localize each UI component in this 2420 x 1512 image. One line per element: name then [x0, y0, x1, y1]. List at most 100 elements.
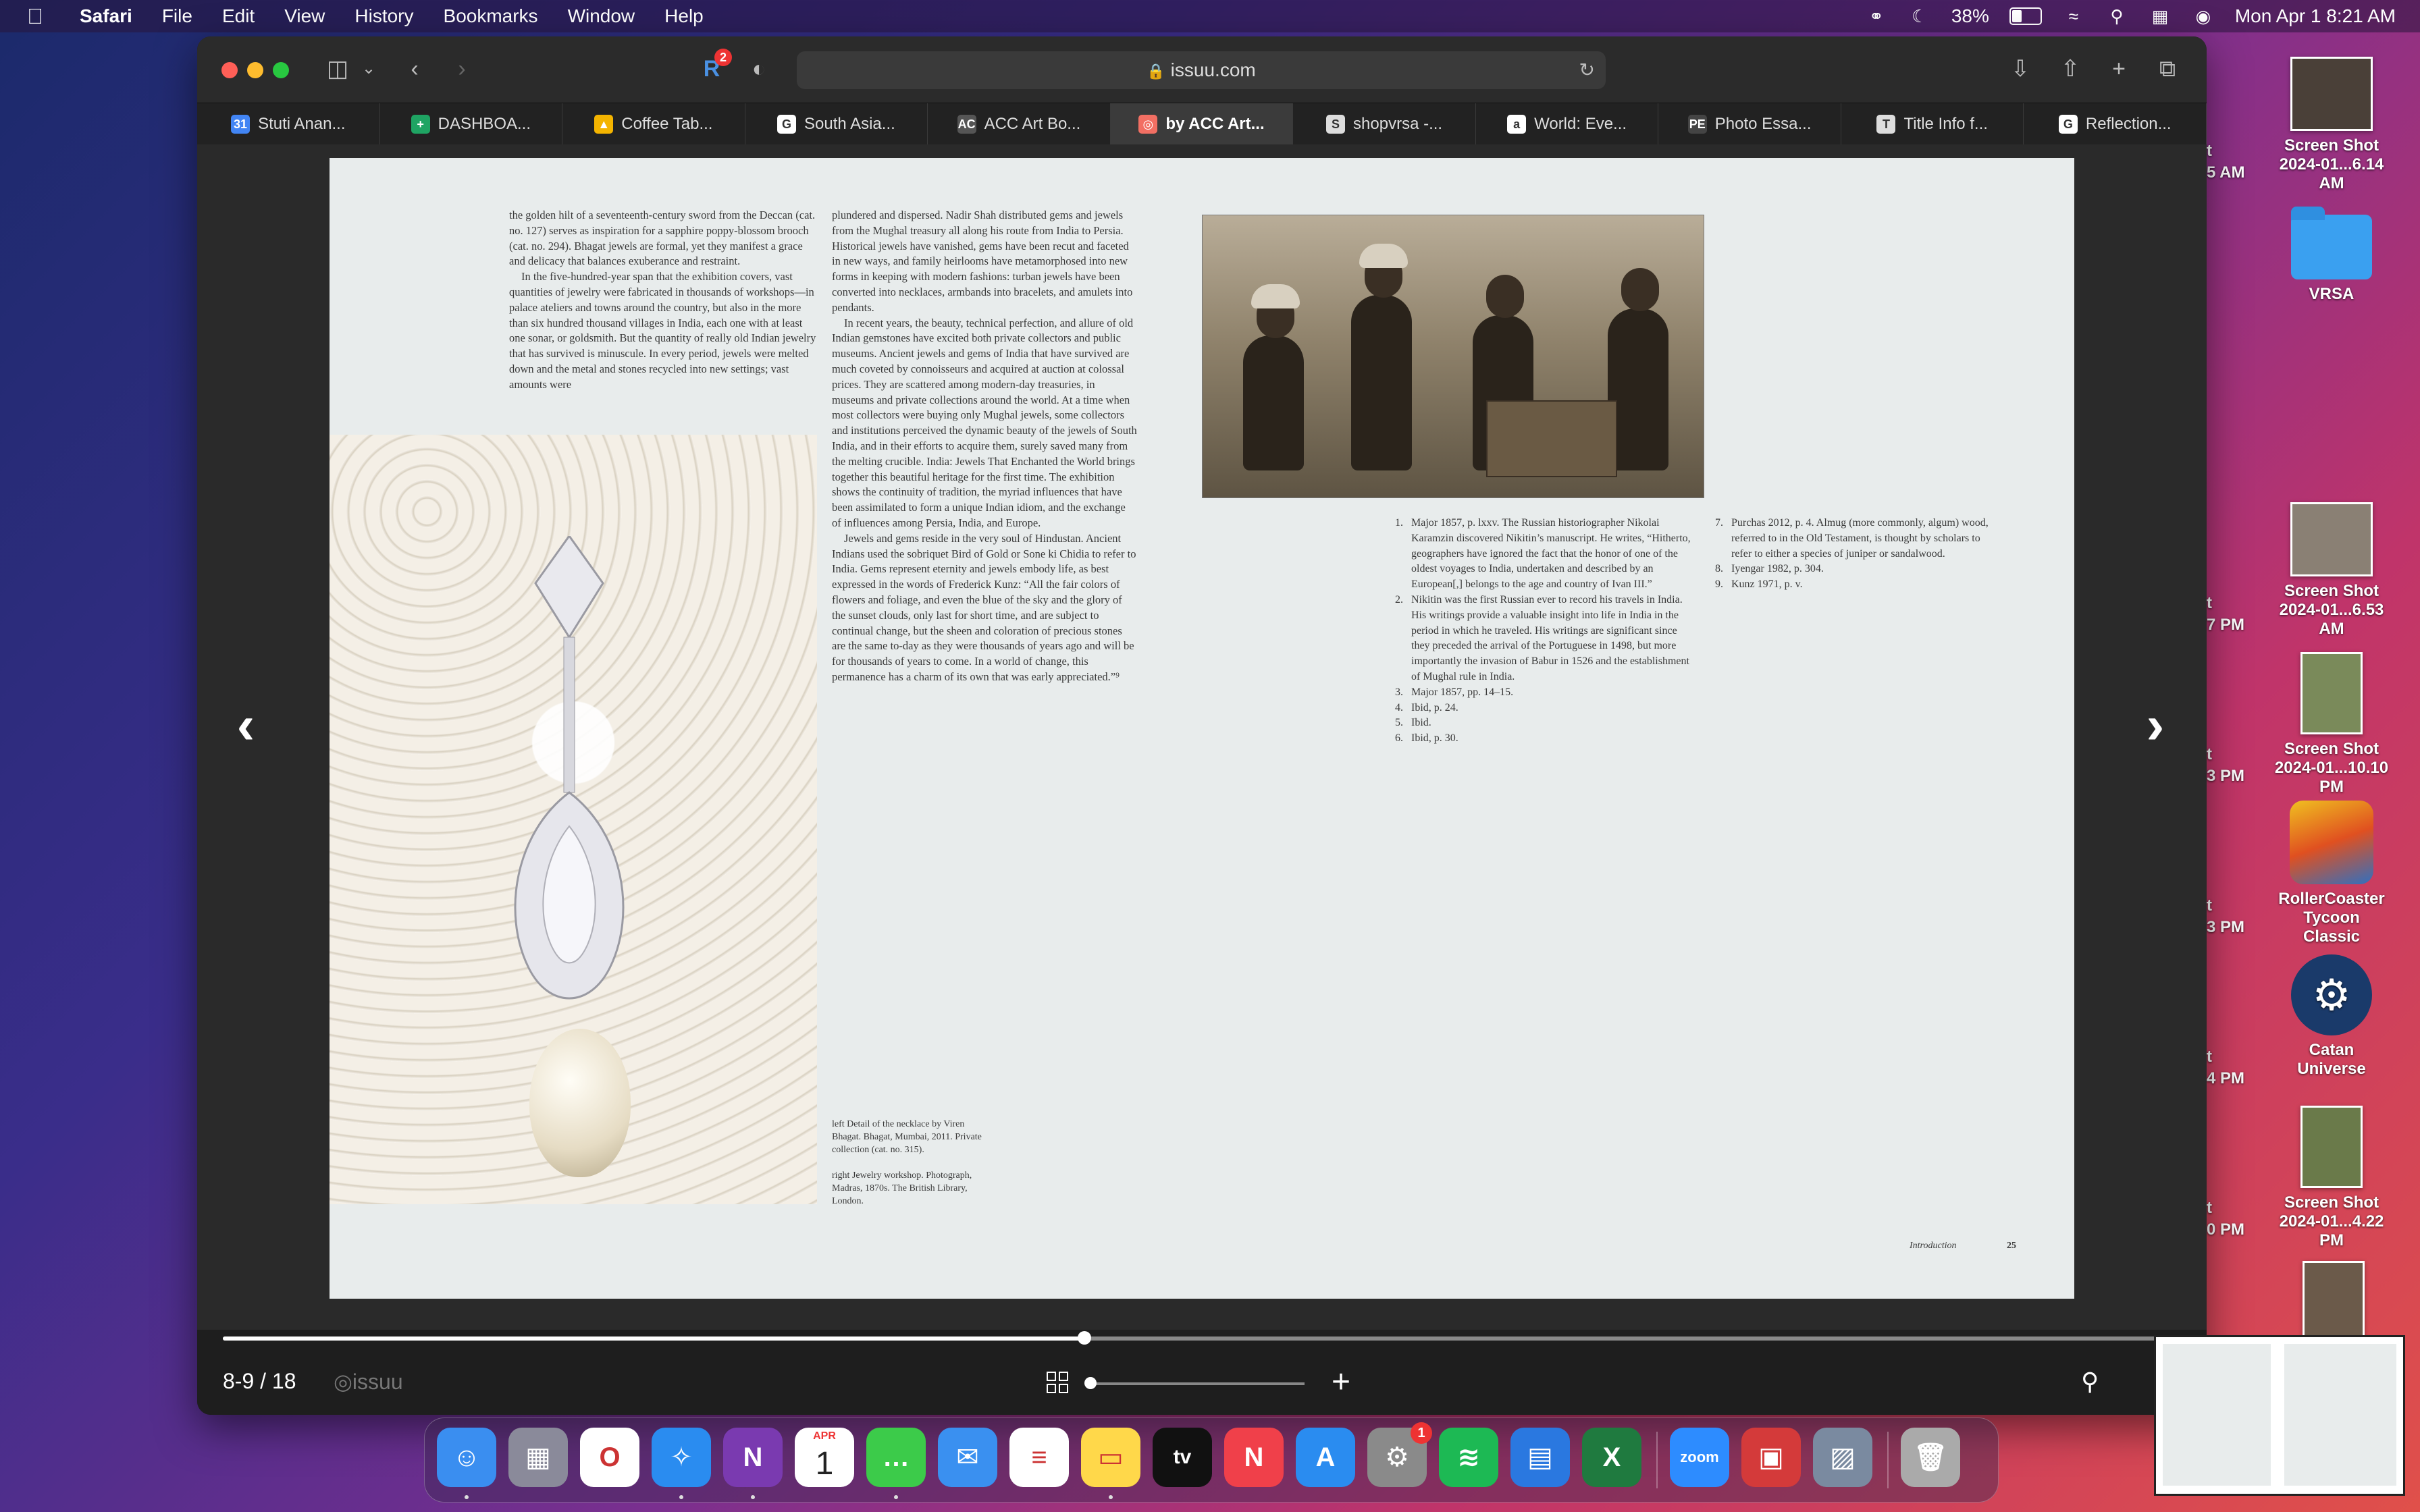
trash-dock-icon[interactable]: 🗑: [1901, 1428, 1960, 1487]
chevron-down-icon[interactable]: ⌄: [354, 54, 384, 84]
menu-edit[interactable]: Edit: [222, 5, 255, 27]
onenote-dock-icon[interactable]: N: [723, 1428, 783, 1487]
desktop-screenshot-1[interactable]: Screen Shot 2024-01...6.14 AM: [2274, 57, 2389, 193]
reload-icon[interactable]: ↻: [1579, 51, 1595, 89]
creative-cloud-icon[interactable]: ⚭: [1865, 6, 1888, 26]
messages-dock-icon[interactable]: …: [866, 1428, 926, 1487]
sidebar-toggle-icon[interactable]: ◫: [323, 54, 352, 84]
menu-file[interactable]: File: [162, 5, 192, 27]
opera-glyph: O: [599, 1442, 621, 1472]
back-arrow-icon[interactable]: ‹: [400, 54, 429, 84]
desktop-item-label: 2024-01...4.22 PM: [2279, 1212, 2384, 1249]
footnote: 8. Iyengar 1982, p. 304.: [1707, 562, 1991, 577]
footnote-number: 4.: [1395, 701, 1403, 713]
page-indicator: 8-9 / 18: [223, 1369, 296, 1393]
news-dock-icon[interactable]: N: [1224, 1428, 1284, 1487]
caption-left: left Detail of the necklace by Viren Bha…: [832, 1119, 982, 1155]
workbench: [1486, 400, 1617, 477]
safari-toolbar: ◫ ⌄ ‹ › R2 ◐ 🔒 issuu.com ↻ ⇩ ⇧ + ⧉: [197, 36, 2207, 103]
baroque-pearl-drop: [529, 1029, 631, 1177]
browser-tab[interactable]: ▲ Coffee Tab...: [562, 103, 745, 145]
browser-tab[interactable]: Sshopvrsa -...: [1293, 103, 1476, 145]
excel-dock-icon[interactable]: X: [1582, 1428, 1641, 1487]
downloads-icon[interactable]: ⇩: [2005, 54, 2035, 84]
spotify-dock-icon[interactable]: ≋: [1439, 1428, 1498, 1487]
reminders-dock-icon[interactable]: ≡: [1009, 1428, 1069, 1487]
browser-tab[interactable]: 31 Stuti Anan...: [197, 103, 380, 145]
keynote-dock-icon[interactable]: ▤: [1510, 1428, 1570, 1487]
desktop-folder-vrsa[interactable]: VRSA: [2274, 207, 2389, 304]
next-page-arrow-icon[interactable]: ›: [2135, 698, 2176, 752]
spotlight-search-icon[interactable]: ⚲: [2105, 6, 2128, 26]
desktop-screenshot-4[interactable]: Screen Shot 2024-01...4.22 PM: [2274, 1106, 2389, 1250]
browser-tab[interactable]: ◎ by ACC Art...: [1110, 103, 1294, 145]
zoom-slider-knob[interactable]: [1084, 1377, 1097, 1389]
preview-glyph: ▨: [1830, 1442, 1856, 1472]
systemsettings-dock-icon[interactable]: ⚙ 1: [1367, 1422, 1432, 1487]
desktop-screenshot-thumbnail-partial[interactable]: [2303, 1261, 2365, 1343]
finder-dock-icon[interactable]: ☺: [437, 1428, 496, 1487]
menu-clock[interactable]: Mon Apr 1 8:21 AM: [2235, 5, 2396, 27]
browser-tab[interactable]: T Title Info f...: [1841, 103, 2024, 145]
browser-tab[interactable]: AC ACC Art Bo...: [928, 103, 1111, 145]
footnote-number: 8.: [1715, 563, 1723, 575]
grid-view-icon[interactable]: [1047, 1372, 1068, 1393]
photobooth-dock-icon[interactable]: ▣: [1741, 1428, 1801, 1487]
fullscreen-window-button[interactable]: [273, 62, 289, 78]
menu-window[interactable]: Window: [568, 5, 635, 27]
menu-bookmarks[interactable]: Bookmarks: [444, 5, 538, 27]
zoom-glyph: zoom: [1680, 1449, 1719, 1465]
notification-badge: 1: [1411, 1422, 1432, 1444]
browser-tab[interactable]: G South Asia...: [745, 103, 928, 145]
zoom-in-plus-icon[interactable]: +: [1332, 1364, 1350, 1401]
battery-icon[interactable]: [2009, 7, 2042, 25]
safari-dock-icon[interactable]: ✧: [652, 1428, 711, 1487]
menu-help[interactable]: Help: [664, 5, 704, 27]
jewelry-workshop-photo: [1202, 215, 1704, 498]
previous-page-arrow-icon[interactable]: ‹: [226, 698, 266, 752]
moon-icon[interactable]: ☾: [1908, 6, 1931, 26]
new-tab-plus-icon[interactable]: +: [2104, 54, 2134, 84]
opera-dock-icon[interactable]: O: [580, 1428, 639, 1487]
extension-r-icon[interactable]: R2: [697, 49, 732, 84]
siri-icon[interactable]: ◉: [2192, 6, 2215, 26]
browser-tab[interactable]: PE Photo Essa...: [1658, 103, 1841, 145]
apple-menu-icon[interactable]: : [27, 4, 47, 29]
desktop-app-rollercoaster[interactable]: RollerCoaster Tycoon Classic: [2274, 801, 2389, 946]
share-icon[interactable]: ⇧: [2055, 54, 2085, 84]
appstore-dock-icon[interactable]: A: [1296, 1428, 1355, 1487]
finder-glyph: ☺: [452, 1442, 481, 1472]
preview-dock-icon[interactable]: ▨: [1813, 1428, 1872, 1487]
close-window-button[interactable]: [221, 62, 238, 78]
browser-tab[interactable]: + DASHBOA...: [380, 103, 563, 145]
browser-tab[interactable]: G Reflection...: [2024, 103, 2207, 145]
desktop-screenshot-3[interactable]: Screen Shot 2024-01...10.10 PM: [2274, 652, 2389, 796]
address-bar[interactable]: 🔒 issuu.com ↻: [797, 51, 1606, 89]
wifi-icon[interactable]: ≈: [2062, 6, 2085, 26]
launchpad-dock-icon[interactable]: ▦: [508, 1428, 568, 1487]
desktop-screenshot-2[interactable]: Screen Shot 2024-01...6.53 AM: [2274, 502, 2389, 639]
minimize-window-button[interactable]: [247, 62, 263, 78]
menu-view[interactable]: View: [284, 5, 325, 27]
menu-history[interactable]: History: [354, 5, 413, 27]
privacy-shield-icon[interactable]: ◐: [744, 54, 774, 84]
page-progress-knob[interactable]: [1078, 1331, 1091, 1345]
desktop-item-label: 2024-01...6.53 AM: [2279, 601, 2384, 638]
app-menu[interactable]: Safari: [80, 5, 132, 27]
tab-overview-icon[interactable]: ⧉: [2153, 54, 2182, 84]
zoom-slider-track[interactable]: [1088, 1382, 1305, 1385]
craftsman-figure: [1243, 284, 1304, 470]
mail-dock-icon[interactable]: ✉: [938, 1428, 997, 1487]
browser-tab-label: Reflection...: [2085, 115, 2172, 133]
desktop-app-catan[interactable]: ⚙ Catan Universe: [2274, 954, 2389, 1079]
control-center-icon[interactable]: ▦: [2149, 6, 2172, 26]
footnote: 7. Purchas 2012, p. 4. Almug (more common…: [1707, 516, 1991, 562]
calendar-dock-icon[interactable]: APR 1: [795, 1428, 854, 1487]
forward-arrow-icon[interactable]: ›: [447, 54, 477, 84]
search-icon[interactable]: ⚲: [2081, 1368, 2099, 1396]
screenshot-preview-thumbnail[interactable]: [2154, 1335, 2405, 1496]
zoom-dock-icon[interactable]: zoom: [1670, 1428, 1729, 1487]
notes-dock-icon[interactable]: ▭: [1081, 1428, 1140, 1487]
appletv-dock-icon[interactable]: tv: [1153, 1428, 1212, 1487]
browser-tab[interactable]: a World: Eve...: [1476, 103, 1659, 145]
